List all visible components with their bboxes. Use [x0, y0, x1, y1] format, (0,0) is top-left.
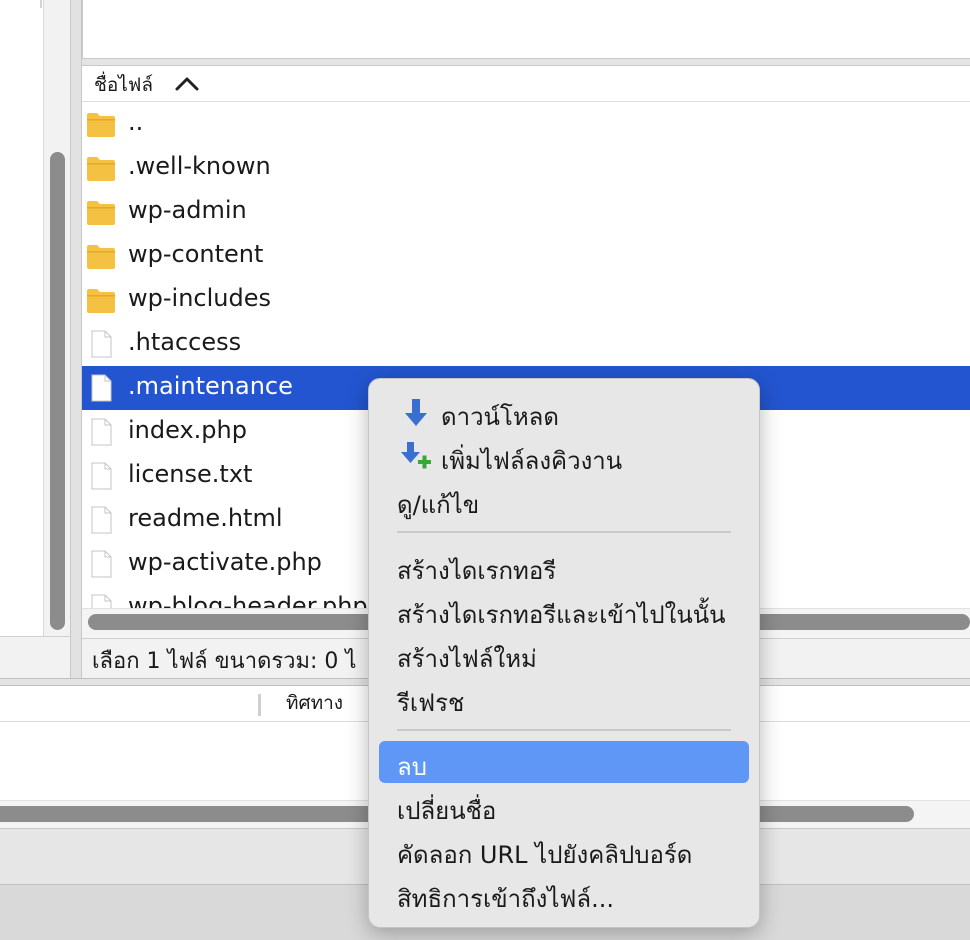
menu-item-refresh[interactable]: รีเฟรช [379, 677, 749, 719]
menu-item-delete[interactable]: ลบ [379, 741, 749, 783]
menu-separator [397, 729, 731, 731]
menu-item-file-permissions[interactable]: สิทธิการเข้าถึงไฟล์... [379, 873, 749, 915]
file-row[interactable]: wp-content [82, 234, 970, 278]
menu-item-download[interactable]: ดาวน์โหลด [379, 391, 749, 433]
menu-item-create-directory[interactable]: สร้างไดเรกทอรี [379, 545, 749, 587]
direction-column-header[interactable]: ทิศทาง [286, 688, 343, 718]
folder-icon [87, 157, 115, 181]
menu-item-rename[interactable]: เปลี่ยนชื่อ [379, 785, 749, 827]
folder-icon [87, 113, 115, 137]
remote-directory-tree [82, 0, 970, 58]
menu-item-label: สิทธิการเข้าถึงไฟล์... [397, 885, 615, 913]
file-name: .maintenance [128, 372, 293, 400]
file-name: license.txt [128, 460, 253, 488]
file-name: wp-includes [128, 284, 271, 312]
file-name: wp-content [128, 240, 264, 268]
pane-splitter[interactable] [70, 0, 82, 678]
context-menu: ดาวน์โหลด เพิ่มไฟล์ลงคิวงาน ดู/แก้ไข สร้… [368, 378, 760, 928]
queue-column-divider[interactable] [258, 694, 261, 716]
menu-item-label: ดาวน์โหลด [441, 403, 559, 431]
add-to-queue-icon [401, 442, 431, 469]
file-name: wp-activate.php [128, 548, 322, 576]
file-icon [91, 330, 112, 358]
remote-pane-splitter[interactable] [82, 58, 970, 66]
local-pane-scroll-thumb[interactable] [50, 152, 65, 630]
file-icon [91, 550, 112, 578]
menu-item-label: เปลี่ยนชื่อ [397, 797, 497, 825]
file-name: readme.html [128, 504, 283, 532]
file-icon [91, 506, 112, 534]
file-row[interactable]: .well-known [82, 146, 970, 190]
menu-item-label: รีเฟรช [397, 689, 465, 717]
menu-item-copy-url[interactable]: คัดลอก URL ไปยังคลิปบอร์ด [379, 829, 749, 871]
menu-item-view-edit[interactable]: ดู/แก้ไข [379, 479, 749, 521]
file-icon [91, 374, 112, 402]
file-name: .htaccess [128, 328, 242, 356]
local-status-bar [0, 636, 70, 679]
download-arrow-icon [405, 399, 427, 426]
file-row[interactable]: .. [82, 102, 970, 146]
file-icon [91, 462, 112, 490]
menu-separator [397, 531, 731, 533]
filename-column-header[interactable]: ชื่อไฟล์ [94, 70, 153, 100]
menu-item-create-new-file[interactable]: สร้างไฟล์ใหม่ [379, 633, 749, 675]
file-name: .well-known [128, 152, 271, 180]
file-name: .. [128, 108, 144, 136]
file-row[interactable]: wp-admin [82, 190, 970, 234]
menu-item-label: ลบ [397, 753, 427, 781]
menu-item-label: คัดลอก URL ไปยังคลิปบอร์ด [397, 841, 693, 869]
file-name: wp-blog-header.php [128, 592, 368, 608]
menu-item-label: สร้างไดเรกทอรี [397, 557, 557, 585]
selection-status-text: เลือก 1 ไฟล์ ขนาดรวม: 0 ไ [92, 649, 357, 674]
menu-item-label: เพิ่มไฟล์ลงคิวงาน [441, 447, 623, 475]
sort-ascending-icon[interactable] [174, 74, 200, 92]
file-icon [91, 418, 112, 446]
file-name: wp-admin [128, 196, 247, 224]
menu-item-label: สร้างไดเรกทอรีและเข้าไปในนั้น [397, 601, 726, 629]
remote-file-list-header: ชื่อไฟล์ [82, 66, 970, 102]
menu-item-add-to-queue[interactable]: เพิ่มไฟล์ลงคิวงาน [379, 435, 749, 477]
folder-icon [87, 289, 115, 313]
file-row[interactable]: wp-includes [82, 278, 970, 322]
folder-icon [87, 201, 115, 225]
folder-icon [87, 245, 115, 269]
local-pane-column-edge [40, 0, 42, 8]
file-row[interactable]: .htaccess [82, 322, 970, 366]
menu-item-label: สร้างไฟล์ใหม่ [397, 645, 537, 673]
file-icon [91, 594, 112, 608]
file-name: index.php [128, 416, 247, 444]
menu-item-create-directory-and-enter[interactable]: สร้างไดเรกทอรีและเข้าไปในนั้น [379, 589, 749, 631]
menu-item-label: ดู/แก้ไข [397, 491, 480, 519]
